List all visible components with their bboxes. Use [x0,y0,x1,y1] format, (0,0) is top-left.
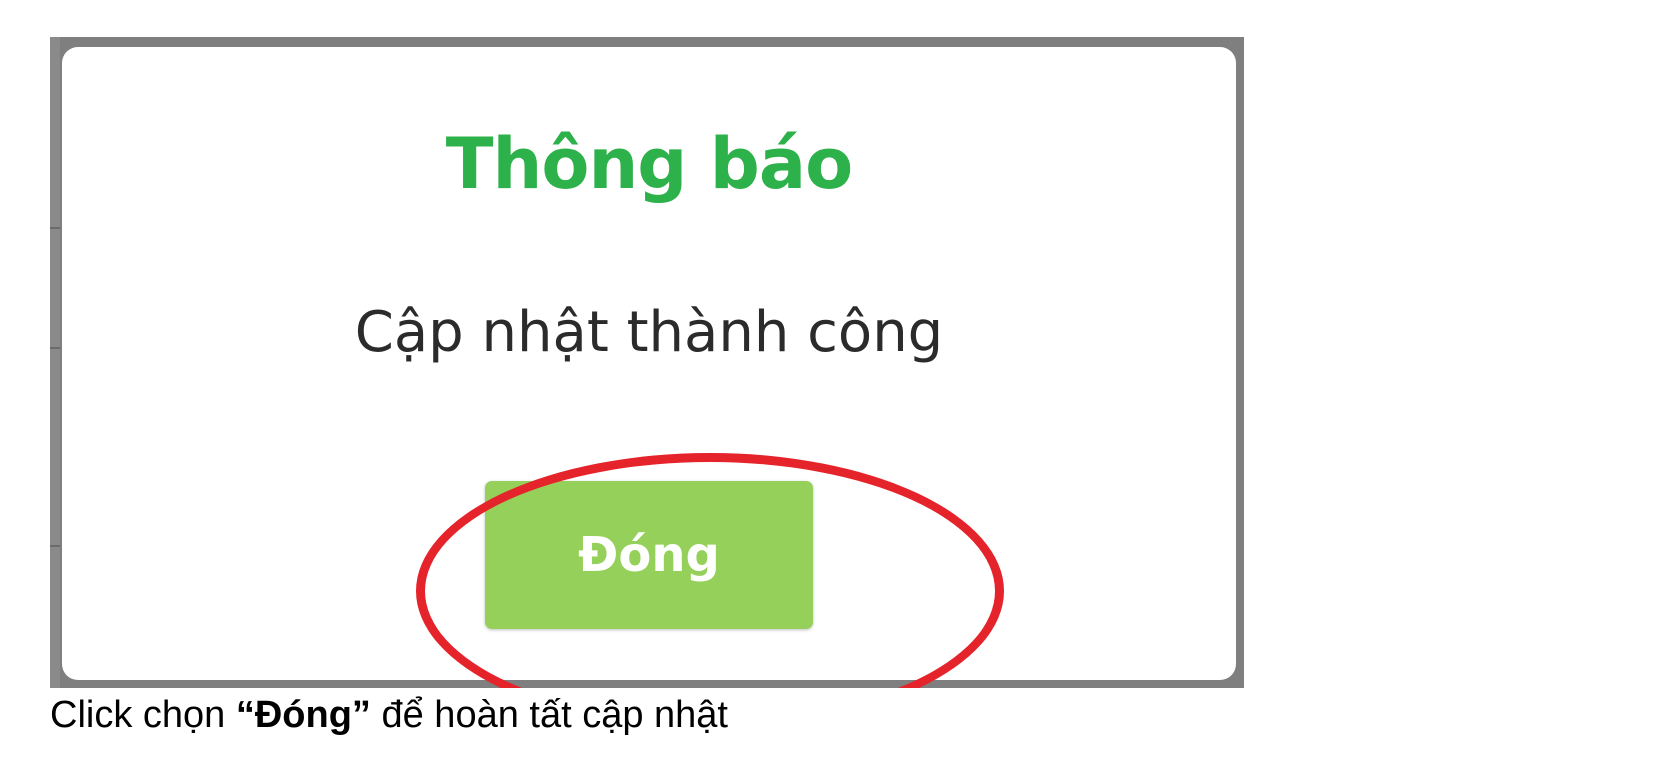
dialog-title: Thông báo [445,123,853,205]
dialog-message: Cập nhật thành công [354,300,944,365]
close-button[interactable]: Đóng [485,481,813,629]
screenshot-frame: Thông báo Cập nhật thành công Đóng [50,37,1244,688]
backdrop-overlay [50,37,60,688]
caption-suffix: để hoàn tất cập nhật [370,694,728,736]
caption-highlight: “Đóng” [235,694,371,736]
backdrop-divider [50,545,60,547]
caption-prefix: Click chọn [50,694,236,736]
backdrop-divider [50,347,60,349]
notification-dialog: Thông báo Cập nhật thành công Đóng [62,47,1236,688]
backdrop-divider [50,227,60,229]
instruction-caption: Click chọn “Đóng” để hoàn tất cập nhật [50,694,728,737]
